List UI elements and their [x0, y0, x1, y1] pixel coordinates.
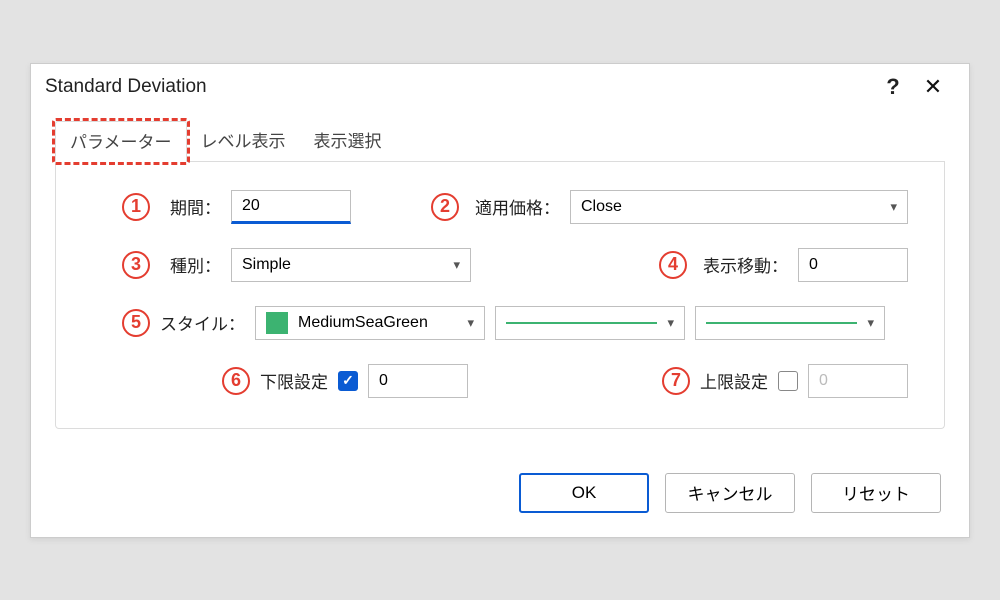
titlebar: Standard Deviation ? ✕ — [31, 64, 969, 106]
tab-parameters[interactable]: パラメーター — [55, 121, 187, 162]
row-limits: 6 下限設定 ✓ 7 上限設定 — [92, 364, 908, 398]
lower-limit-label: 下限設定 — [260, 368, 328, 393]
style-color-select[interactable]: MediumSeaGreen ▾ — [255, 306, 485, 340]
row-method-shift: 3 種別： Simple ▾ 4 表示移動： — [92, 248, 908, 282]
style-label: スタイル： — [160, 310, 245, 335]
close-button[interactable]: ✕ — [913, 74, 953, 100]
style-color-name: MediumSeaGreen — [298, 314, 428, 332]
annotation-badge-3: 3 — [122, 251, 150, 279]
apply-price-value: Close — [581, 198, 622, 216]
button-label: OK — [572, 483, 597, 503]
chevron-down-icon: ▾ — [467, 315, 474, 331]
ok-button[interactable]: OK — [519, 473, 649, 513]
method-label: 種別： — [170, 252, 221, 277]
tab-levels[interactable]: レベル表示 — [187, 121, 300, 162]
apply-price-select[interactable]: Close ▾ — [570, 190, 908, 224]
method-select[interactable]: Simple ▾ — [231, 248, 471, 282]
line-preview — [506, 322, 657, 324]
period-input[interactable] — [231, 190, 351, 224]
annotation-badge-6: 6 — [222, 367, 250, 395]
panel-parameters: 1 期間： 2 適用価格： Close ▾ 3 種別： Simple ▾ — [55, 162, 945, 429]
row-period-apply: 1 期間： 2 適用価格： Close ▾ — [92, 190, 908, 224]
tab-strip: パラメーター レベル表示 表示選択 — [55, 120, 945, 162]
upper-limit-label: 上限設定 — [700, 368, 768, 393]
upper-limit-input[interactable] — [808, 364, 908, 398]
tab-label: パラメーター — [70, 133, 172, 152]
help-button[interactable]: ? — [873, 74, 913, 100]
annotation-badge-5: 5 — [122, 309, 150, 337]
shift-input[interactable] — [798, 248, 908, 282]
chevron-down-icon: ▾ — [667, 315, 674, 331]
upper-limit-checkbox[interactable] — [778, 371, 798, 391]
cancel-button[interactable]: キャンセル — [665, 473, 795, 513]
button-label: リセット — [842, 480, 910, 505]
line-preview — [706, 322, 857, 324]
lower-limit-checkbox[interactable]: ✓ — [338, 371, 358, 391]
dialog-title: Standard Deviation — [45, 76, 873, 98]
tab-label: 表示選択 — [314, 132, 382, 151]
content-area: パラメーター レベル表示 表示選択 1 期間： 2 適用価格： Close — [31, 120, 969, 453]
chevron-down-icon: ▾ — [867, 315, 874, 331]
method-value: Simple — [242, 256, 291, 274]
dialog: Standard Deviation ? ✕ パラメーター レベル表示 表示選択… — [30, 63, 970, 538]
annotation-badge-7: 7 — [662, 367, 690, 395]
row-style: 5 スタイル： MediumSeaGreen ▾ ▾ ▾ — [92, 306, 908, 340]
period-label: 期間： — [170, 194, 221, 219]
color-swatch — [266, 312, 288, 334]
tab-display-select[interactable]: 表示選択 — [300, 121, 396, 162]
lower-limit-input[interactable] — [368, 364, 468, 398]
tab-label: レベル表示 — [201, 132, 286, 151]
style-line-type-select[interactable]: ▾ — [495, 306, 685, 340]
dialog-footer: OK キャンセル リセット — [31, 453, 969, 537]
shift-label: 表示移動： — [703, 252, 788, 277]
annotation-badge-2: 2 — [431, 193, 459, 221]
style-line-width-select[interactable]: ▾ — [695, 306, 885, 340]
reset-button[interactable]: リセット — [811, 473, 941, 513]
apply-price-label: 適用価格： — [475, 194, 560, 219]
chevron-down-icon: ▾ — [890, 199, 897, 215]
button-label: キャンセル — [688, 480, 773, 505]
annotation-badge-4: 4 — [659, 251, 687, 279]
chevron-down-icon: ▾ — [453, 257, 460, 273]
annotation-badge-1: 1 — [122, 193, 150, 221]
